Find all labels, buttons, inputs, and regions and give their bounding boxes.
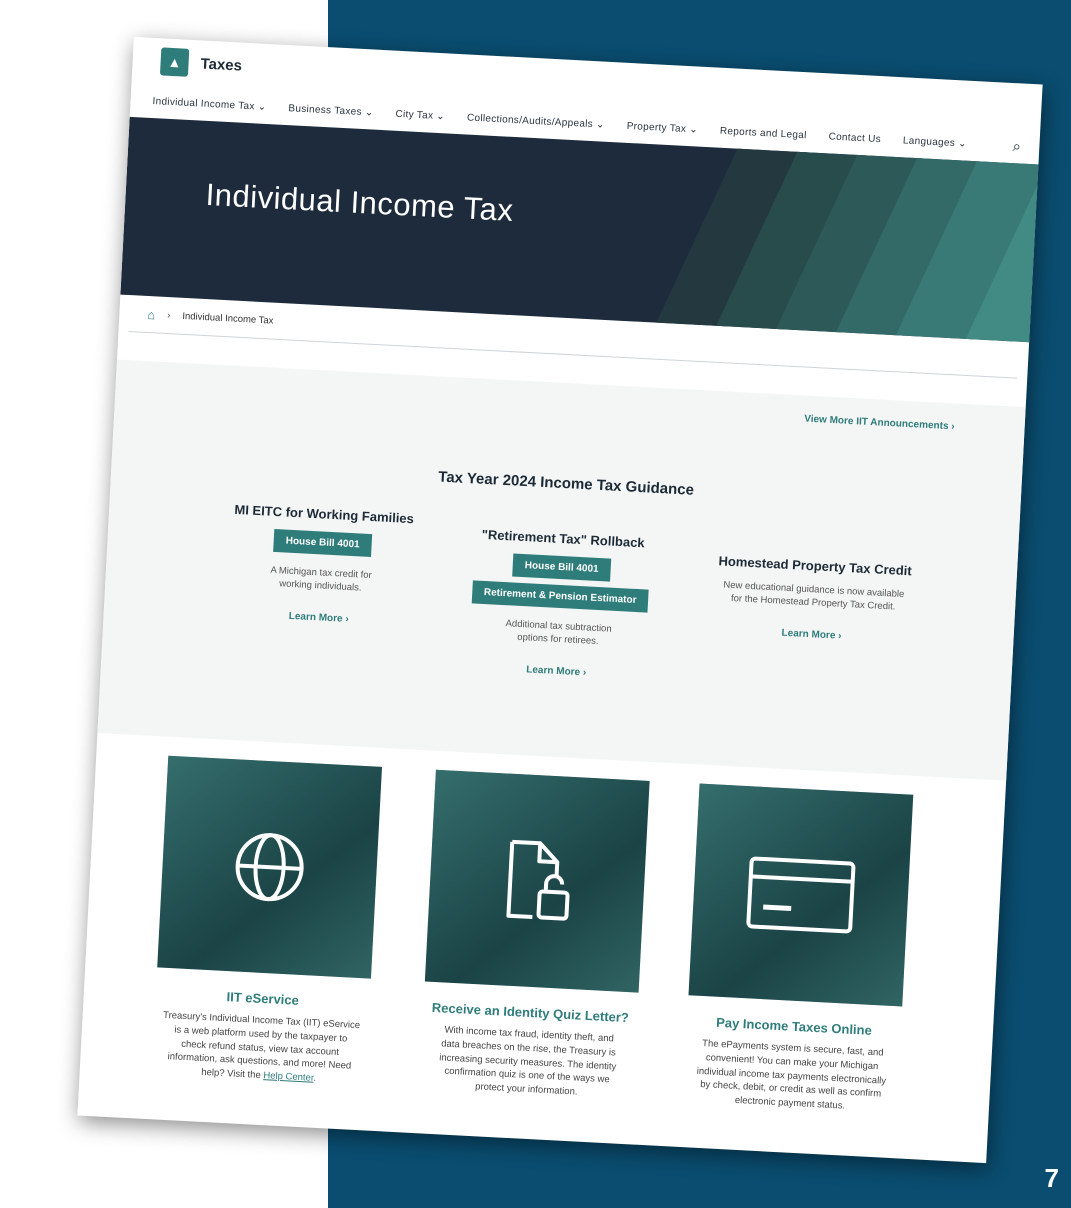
help-center-link[interactable]: Help Center (263, 1070, 314, 1084)
michigan-logo-icon[interactable]: ▲ (159, 47, 190, 77)
card-title[interactable]: Receive an Identity Quiz Letter? (423, 999, 637, 1025)
nav-business-taxes[interactable]: Business Taxes ⌄ (288, 103, 374, 118)
guidance-column-eitc: MI EITC for Working Families House Bill … (204, 501, 440, 631)
desc-line: electronic payment status. (734, 1094, 846, 1112)
nav-individual-income-tax[interactable]: Individual Income Tax ⌄ (152, 95, 266, 112)
nav-city-tax[interactable]: City Tax ⌄ (395, 108, 445, 122)
view-more-announcements-link[interactable]: View More IIT Announcements › (804, 414, 955, 433)
desc-line: . (313, 1072, 317, 1084)
card-title[interactable]: IIT eService (155, 985, 369, 1011)
desc-line: working individuals. (278, 578, 362, 594)
nav-languages[interactable]: Languages ⌄ (903, 135, 967, 149)
nav-contact-us[interactable]: Contact Us (828, 131, 881, 145)
desc-line: protect your information. (474, 1081, 578, 1098)
card-iit-eservice: IIT eService Treasury's Individual Incom… (151, 755, 383, 1089)
card-pay-online: Pay Income Taxes Online The ePayments sy… (683, 783, 914, 1117)
chevron-right-icon: › (166, 309, 171, 321)
desc-line: options for retirees. (517, 632, 599, 648)
unlock-document-icon (506, 839, 570, 921)
house-bill-4001-button[interactable]: House Bill 4001 (512, 553, 612, 582)
website-screenshot: ▲ Taxes Individual Income Tax ⌄ Business… (77, 36, 1043, 1164)
card-description: Treasury's Individual Income Tax (IIT) e… (151, 1008, 368, 1088)
page-title: Individual Income Tax (204, 176, 515, 229)
card-image[interactable] (424, 769, 650, 993)
globe-icon (235, 833, 304, 902)
learn-more-link[interactable]: Learn More › (526, 664, 587, 678)
nav-property-tax[interactable]: Property Tax ⌄ (626, 120, 698, 135)
desc-line: help? Visit the (201, 1066, 264, 1082)
card-description: With income tax fraud, identity theft, a… (419, 1022, 636, 1102)
column-title: MI EITC for Working Families (234, 501, 415, 527)
nav-collections-audits-appeals[interactable]: Collections/Audits/Appeals ⌄ (467, 112, 605, 130)
search-icon[interactable]: ⌕ (1012, 138, 1022, 155)
column-description: A Michigan tax credit for working indivi… (205, 560, 436, 599)
credit-card-icon (746, 856, 856, 934)
card-image[interactable] (157, 755, 383, 979)
learn-more-link[interactable]: Learn More › (781, 627, 842, 641)
site-brand[interactable]: Taxes (200, 55, 242, 74)
page-number: 7 (1044, 1163, 1059, 1193)
column-title: Homestead Property Tax Credit (718, 553, 913, 579)
card-identity-quiz: Receive an Identity Quiz Letter? With in… (419, 769, 650, 1103)
column-description: Additional tax subtraction options for r… (443, 614, 674, 653)
nav-reports-and-legal[interactable]: Reports and Legal (720, 125, 807, 141)
announcements-section: View More IIT Announcements › Tax Year 2… (97, 359, 1026, 781)
learn-more-link[interactable]: Learn More › (288, 610, 349, 624)
column-description: New educational guidance is now availabl… (693, 577, 934, 616)
guidance-column-retirement: "Retirement Tax" Rollback House Bill 400… (441, 525, 678, 684)
card-description: The ePayments system is secure, fast, an… (683, 1036, 900, 1116)
breadcrumb-current: Individual Income Tax (182, 310, 274, 327)
home-icon[interactable]: ⌂ (147, 307, 156, 322)
guidance-column-homestead: Homestead Property Tax Credit New educat… (691, 552, 935, 648)
column-title: "Retirement Tax" Rollback (481, 526, 646, 551)
card-image[interactable] (688, 783, 914, 1007)
house-bill-4001-button[interactable]: House Bill 4001 (273, 528, 373, 558)
card-title[interactable]: Pay Income Taxes Online (687, 1013, 901, 1039)
